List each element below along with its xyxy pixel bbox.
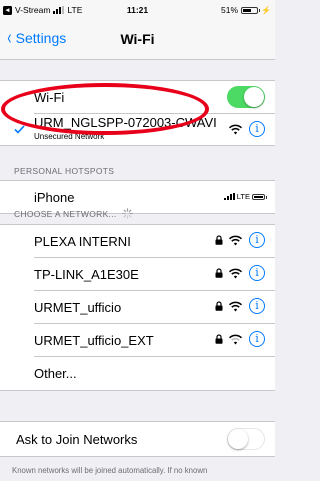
wifi-icon bbox=[229, 301, 242, 312]
wifi-icon bbox=[229, 235, 242, 246]
spinner-icon bbox=[121, 208, 133, 219]
checkmark-icon bbox=[14, 125, 25, 134]
network-name: TP-LINK_A1E30E bbox=[34, 267, 139, 282]
other-network-label: Other... bbox=[34, 366, 77, 381]
network-row[interactable]: PLEXA INTERNI i bbox=[0, 225, 275, 258]
wifi-icon bbox=[229, 124, 242, 135]
network-row[interactable]: TP-LINK_A1E30E i bbox=[0, 258, 275, 291]
ask-join-footer: Known networks will be joined automatica… bbox=[12, 466, 208, 475]
lock-icon bbox=[215, 235, 223, 245]
info-button[interactable]: i bbox=[249, 331, 265, 347]
ask-join-row: Ask to Join Networks bbox=[0, 423, 275, 456]
wifi-icon bbox=[229, 268, 242, 279]
network-name: URMET_ufficio_EXT bbox=[34, 333, 154, 348]
network-row[interactable]: URMET_ufficio i bbox=[0, 291, 275, 324]
lock-icon bbox=[215, 334, 223, 344]
network-name: URMET_ufficio bbox=[34, 300, 122, 315]
info-button[interactable]: i bbox=[249, 298, 265, 314]
connected-network-name: URM_NGLSPP-072003-CWAVI bbox=[34, 115, 217, 130]
status-right: 51% ⚡ bbox=[221, 5, 271, 15]
network-row[interactable]: URMET_ufficio_EXT i bbox=[0, 324, 275, 357]
hotspot-name: iPhone bbox=[34, 190, 75, 205]
signal-bars-icon bbox=[223, 193, 235, 200]
hotspot-status: LTE bbox=[223, 192, 267, 201]
navigation-bar: ‹ Settings Wi-Fi bbox=[0, 20, 275, 60]
ask-join-toggle[interactable] bbox=[227, 428, 265, 450]
ask-join-group: Ask to Join Networks bbox=[0, 421, 275, 457]
info-button[interactable]: i bbox=[249, 121, 265, 137]
page-title: Wi-Fi bbox=[120, 31, 155, 47]
choose-network-header: CHOOSE A NETWORK... bbox=[14, 208, 133, 219]
info-button[interactable]: i bbox=[249, 265, 265, 281]
lock-icon bbox=[215, 301, 223, 311]
lock-icon bbox=[215, 268, 223, 278]
connected-network-row[interactable]: URM_NGLSPP-072003-CWAVI Unsecured Networ… bbox=[0, 114, 275, 147]
toggle-knob bbox=[244, 87, 264, 107]
wifi-group: Wi-Fi URM_NGLSPP-072003-CWAVI Unsecured … bbox=[0, 80, 275, 146]
toggle-knob bbox=[228, 429, 248, 449]
status-bar: ◂ V-Stream LTE 11:21 51% ⚡ bbox=[0, 0, 275, 20]
wifi-toggle-row: Wi-Fi bbox=[0, 81, 275, 114]
wifi-toggle[interactable] bbox=[227, 86, 265, 108]
wifi-icon bbox=[229, 334, 242, 345]
connected-network-subtitle: Unsecured Network bbox=[34, 132, 105, 141]
choose-network-header-label: CHOOSE A NETWORK... bbox=[14, 208, 117, 219]
battery-icon bbox=[252, 193, 267, 200]
charging-icon: ⚡ bbox=[261, 5, 271, 15]
battery-percent: 51% bbox=[221, 5, 239, 15]
info-button[interactable]: i bbox=[249, 232, 265, 248]
ask-join-label: Ask to Join Networks bbox=[16, 432, 138, 447]
hotspots-header: PERSONAL HOTSPOTS bbox=[14, 166, 115, 176]
network-name: PLEXA INTERNI bbox=[34, 234, 131, 249]
networks-group: PLEXA INTERNI i TP-LINK_A1E30E i URMET_u… bbox=[0, 224, 275, 391]
other-network-row[interactable]: Other... bbox=[0, 357, 275, 390]
battery-icon bbox=[241, 6, 261, 14]
hotspot-network-label: LTE bbox=[236, 192, 250, 201]
wifi-label: Wi-Fi bbox=[34, 90, 65, 105]
